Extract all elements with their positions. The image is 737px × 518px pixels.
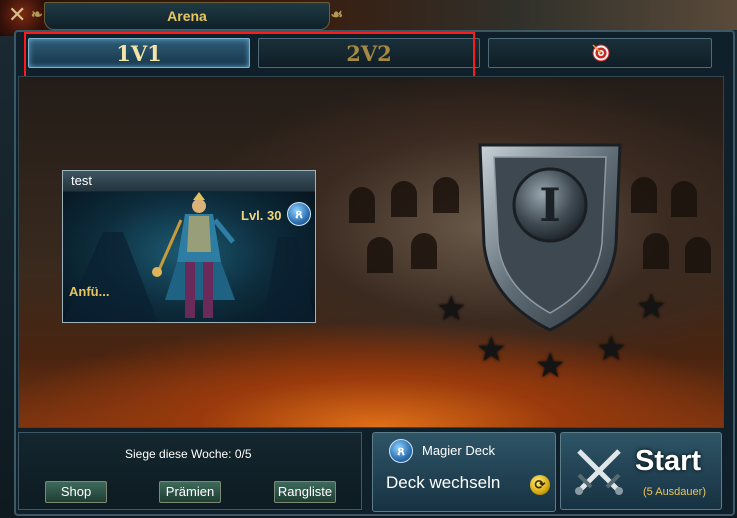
star-icon: ★: [596, 330, 627, 368]
star-icon: ★: [535, 347, 566, 385]
tab-highlight-box: [24, 32, 475, 79]
ornament-left-icon: ❧: [31, 6, 43, 22]
mage-class-icon: ጸ: [287, 202, 311, 226]
window-title: Arena: [167, 8, 207, 24]
crossed-swords-icon: [575, 449, 623, 495]
colosseum-arch: [685, 237, 711, 273]
hero-name: test: [71, 173, 92, 188]
colosseum-arch: [643, 233, 669, 269]
deck-change-label: Deck wechseln: [386, 473, 501, 492]
mage-deck-icon: ጸ: [389, 439, 413, 463]
league-numeral: I: [539, 178, 561, 232]
colosseum-arch: [367, 237, 393, 273]
ornament-right-icon: ☙: [330, 6, 343, 22]
colosseum-arch: [391, 181, 417, 217]
star-icon: ★: [476, 331, 507, 369]
deck-name: Magier Deck: [422, 443, 495, 458]
ranking-button[interactable]: Rangliste: [274, 481, 336, 503]
start-label: Start: [635, 445, 702, 477]
arena-frame: ✕ ❧ Arena ☙ 1V1 2V2 test Lvl. 30 ጸ Anfü.…: [0, 0, 737, 518]
colosseum-arch: [349, 187, 375, 223]
star-icon: ★: [436, 290, 467, 328]
crossed-swords-emblem-icon: ✕: [8, 2, 27, 27]
start-button[interactable]: Start (5 Ausdauer): [560, 432, 722, 510]
hero-card[interactable]: test Lvl. 30 ጸ Anfü...: [62, 170, 316, 323]
rewards-button[interactable]: Prämien: [159, 481, 221, 503]
stamina-cost: (5 Ausdauer): [643, 486, 706, 498]
weekly-wins-text: Siege diese Woche: 0/5: [125, 447, 252, 461]
window-title-plate: ❧ Arena ☙: [31, 2, 343, 30]
hero-rank: Anfü...: [69, 284, 110, 299]
colosseum-arch: [671, 181, 697, 217]
hero-level: Lvl. 30: [241, 208, 282, 223]
stats-panel: Siege diese Woche: 0/5 Shop Prämien Rang…: [18, 432, 362, 510]
refresh-icon: ⟳: [530, 475, 550, 495]
tab-target[interactable]: [488, 38, 712, 68]
league-shield-icon: I: [478, 143, 622, 332]
deck-change-button[interactable]: ጸ Magier Deck Deck wechseln ⟳: [372, 432, 556, 512]
star-icon: ★: [636, 288, 667, 326]
target-icon: [592, 44, 610, 62]
colosseum-arch: [411, 233, 437, 269]
colosseum-arch: [433, 177, 459, 213]
hero-name-bar: test: [63, 171, 315, 191]
shop-button[interactable]: Shop: [45, 481, 107, 503]
colosseum-arch: [631, 177, 657, 213]
